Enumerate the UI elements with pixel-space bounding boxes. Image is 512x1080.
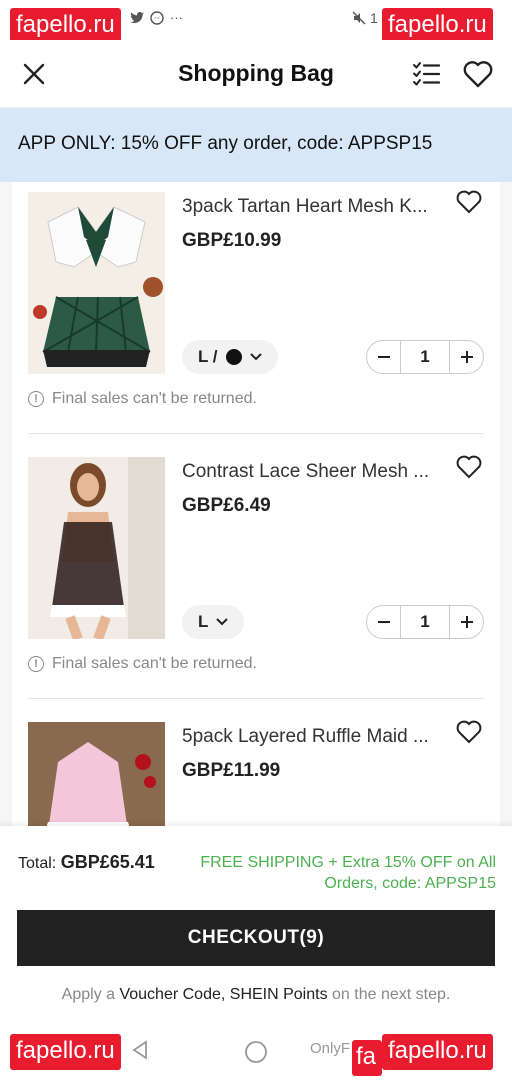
- promo-text: APP ONLY: 15% OFF any order, code: APPSP…: [18, 133, 433, 154]
- final-sale-text: Final sales can't be returned.: [52, 390, 257, 407]
- home-button[interactable]: [244, 1040, 268, 1069]
- hint-prefix: Apply a: [61, 986, 116, 1003]
- product-image[interactable]: [28, 192, 165, 374]
- hint-suffix: on the next step.: [332, 986, 451, 1003]
- promo-banner[interactable]: APP ONLY: 15% OFF any order, code: APPSP…: [0, 108, 512, 182]
- product-image[interactable]: [28, 457, 165, 639]
- checkout-button[interactable]: CHECKOUT(9): [17, 910, 495, 966]
- total-value: GBP£65.41: [60, 852, 155, 872]
- nav-overlay-text: OnlyF: [310, 1040, 351, 1057]
- variant-selector[interactable]: L: [182, 605, 245, 639]
- favorite-button[interactable]: [456, 190, 484, 218]
- heart-icon: [463, 61, 493, 88]
- hint-voucher: Voucher Code, SHEIN Points: [119, 986, 328, 1003]
- header: Shopping Bag: [0, 40, 512, 108]
- variant-selector[interactable]: L /: [182, 340, 278, 374]
- watermark-logo: fapello.ru: [382, 8, 493, 44]
- final-sale-text: Final sales can't be returned.: [52, 655, 257, 672]
- decrease-button[interactable]: [367, 605, 400, 639]
- divider: [28, 433, 484, 434]
- cart-item: Contrast Lace Sheer Mesh ... GBP£6.49 L …: [12, 447, 500, 712]
- status-icons-right: 1: [352, 10, 378, 26]
- checklist-icon: [413, 62, 440, 86]
- favorite-button[interactable]: [456, 720, 484, 748]
- heart-icon: [456, 190, 482, 214]
- info-icon: !: [28, 391, 44, 407]
- checkout-footer: Total: GBP£65.41 FREE SHIPPING + Extra 1…: [0, 826, 512, 1020]
- minus-icon: [377, 621, 390, 623]
- twitter-icon: [130, 11, 144, 23]
- color-swatch: [225, 349, 242, 365]
- shipping-promo-line: FREE SHIPPING + Extra 15% OFF on All: [200, 854, 496, 871]
- plus-icon: [460, 351, 473, 363]
- quantity-value[interactable]: 1: [400, 605, 450, 639]
- wishlist-button[interactable]: [460, 56, 496, 92]
- divider: [28, 698, 484, 699]
- back-triangle-icon: [132, 1040, 147, 1060]
- product-image[interactable]: [28, 722, 165, 826]
- info-icon: !: [28, 656, 44, 672]
- watermark-logo: fapello.ru: [382, 1034, 493, 1070]
- watermark-logo: fa: [352, 1040, 382, 1076]
- variant-size: L /: [198, 347, 218, 366]
- product-price: GBP£11.99: [182, 760, 281, 781]
- shipping-promo-line: Orders, code: APPSP15: [324, 875, 496, 892]
- increase-button[interactable]: [450, 340, 483, 374]
- decrease-button[interactable]: [367, 340, 400, 374]
- cart-item: 3pack Tartan Heart Mesh K... GBP£10.99 L…: [12, 182, 500, 447]
- shipping-promo[interactable]: FREE SHIPPING + Extra 15% OFF on All Ord…: [188, 852, 496, 894]
- messenger-icon: [150, 10, 164, 25]
- final-sale-note: ! Final sales can't be returned.: [28, 655, 257, 673]
- watermark-logo: fapello.ru: [10, 1034, 121, 1070]
- favorite-button[interactable]: [456, 455, 484, 483]
- mute-icon: [352, 11, 366, 25]
- product-name[interactable]: 3pack Tartan Heart Mesh K...: [182, 196, 442, 218]
- home-circle-icon: [245, 1041, 267, 1063]
- product-price: GBP£6.49: [182, 495, 271, 516]
- heart-icon: [456, 455, 482, 479]
- checkout-hint: Apply a Voucher Code, SHEIN Points on th…: [0, 986, 512, 1004]
- chevron-down-icon: [249, 353, 262, 361]
- minus-icon: [377, 356, 390, 358]
- chevron-down-icon: [216, 618, 229, 626]
- product-price: GBP£10.99: [182, 230, 282, 251]
- product-name[interactable]: 5pack Layered Ruffle Maid ...: [182, 726, 442, 748]
- total-label: Total:: [18, 855, 57, 872]
- variant-size: L: [198, 612, 209, 631]
- more-icon: ···: [170, 10, 183, 25]
- status-icons-left: ···: [130, 10, 183, 25]
- quantity-stepper: 1: [366, 340, 484, 374]
- quantity-stepper: 1: [366, 605, 484, 639]
- cart-card: 3pack Tartan Heart Mesh K... GBP£10.99 L…: [12, 182, 500, 826]
- increase-button[interactable]: [450, 605, 483, 639]
- product-name[interactable]: Contrast Lace Sheer Mesh ...: [182, 461, 442, 483]
- final-sale-note: ! Final sales can't be returned.: [28, 390, 257, 408]
- quantity-value[interactable]: 1: [400, 340, 450, 374]
- edit-list-button[interactable]: [408, 56, 444, 92]
- plus-icon: [460, 616, 473, 628]
- total-summary: Total: GBP£65.41: [18, 852, 155, 873]
- watermark-logo: fapello.ru: [10, 8, 121, 44]
- cart-list[interactable]: 3pack Tartan Heart Mesh K... GBP£10.99 L…: [0, 182, 512, 826]
- back-button[interactable]: [130, 1040, 150, 1065]
- status-right-text: 1: [370, 10, 378, 26]
- cart-item: 5pack Layered Ruffle Maid ... GBP£11.99: [12, 712, 500, 826]
- heart-icon: [456, 720, 482, 744]
